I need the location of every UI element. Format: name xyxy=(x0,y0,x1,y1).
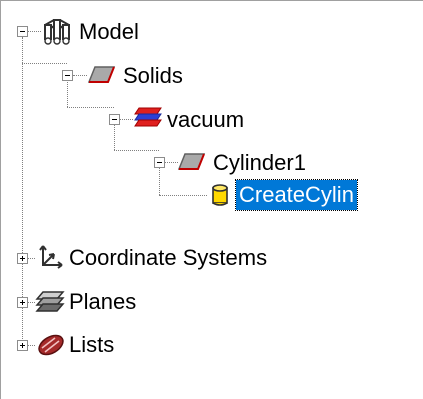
tree-node-cylinder1[interactable]: Cylinder1 xyxy=(213,147,306,179)
project-tree: Model Solids vacuum Cylinder1 CreateCyli… xyxy=(0,0,423,399)
tree-line xyxy=(159,167,160,195)
tree-node-planes[interactable]: Planes xyxy=(69,286,136,318)
tree-node-model[interactable]: Model xyxy=(79,16,139,48)
tree-node-lists[interactable]: Lists xyxy=(69,329,114,361)
coordinate-axes-icon xyxy=(39,245,63,269)
tree-line xyxy=(22,63,67,64)
tree-line xyxy=(28,31,41,32)
expand-toggle-coordinate-systems[interactable] xyxy=(17,253,28,264)
collapse-toggle-solids[interactable] xyxy=(62,70,73,81)
tree-line xyxy=(73,75,87,76)
tree-line xyxy=(114,150,159,151)
tree-line xyxy=(114,125,115,150)
tree-line xyxy=(67,107,114,108)
tree-node-label: Planes xyxy=(69,289,137,314)
tree-node-coordinate-systems[interactable]: Coordinate Systems xyxy=(69,242,267,274)
material-layers-icon xyxy=(134,107,162,127)
tree-node-label: Cylinder1 xyxy=(213,150,306,175)
planes-icon xyxy=(35,291,65,312)
lists-icon xyxy=(38,334,64,356)
solid-parallelogram-icon xyxy=(87,66,116,83)
collapse-toggle-model[interactable] xyxy=(17,26,28,37)
tree-node-solids[interactable]: Solids xyxy=(123,60,183,92)
cylinder-icon xyxy=(212,184,228,206)
tree-node-label: Solids xyxy=(123,63,183,88)
collapse-toggle-vacuum[interactable] xyxy=(109,114,120,125)
tree-node-label: Model xyxy=(79,19,139,44)
tree-line xyxy=(159,195,207,196)
tree-line xyxy=(67,80,68,107)
tree-node-label: vacuum xyxy=(167,107,245,132)
solid-parallelogram-icon xyxy=(177,153,206,170)
tree-node-vacuum[interactable]: vacuum xyxy=(167,104,244,136)
model-icon xyxy=(44,19,70,45)
tree-line xyxy=(120,119,133,120)
collapse-toggle-cylinder1[interactable] xyxy=(154,157,165,168)
tree-node-label: CreateCylin xyxy=(235,179,358,211)
tree-node-label: Coordinate Systems xyxy=(69,245,268,270)
expand-toggle-planes[interactable] xyxy=(17,297,28,308)
tree-node-label: Lists xyxy=(69,332,115,357)
expand-toggle-lists[interactable] xyxy=(17,340,28,351)
tree-node-createcylinder[interactable]: CreateCylin xyxy=(235,179,358,211)
